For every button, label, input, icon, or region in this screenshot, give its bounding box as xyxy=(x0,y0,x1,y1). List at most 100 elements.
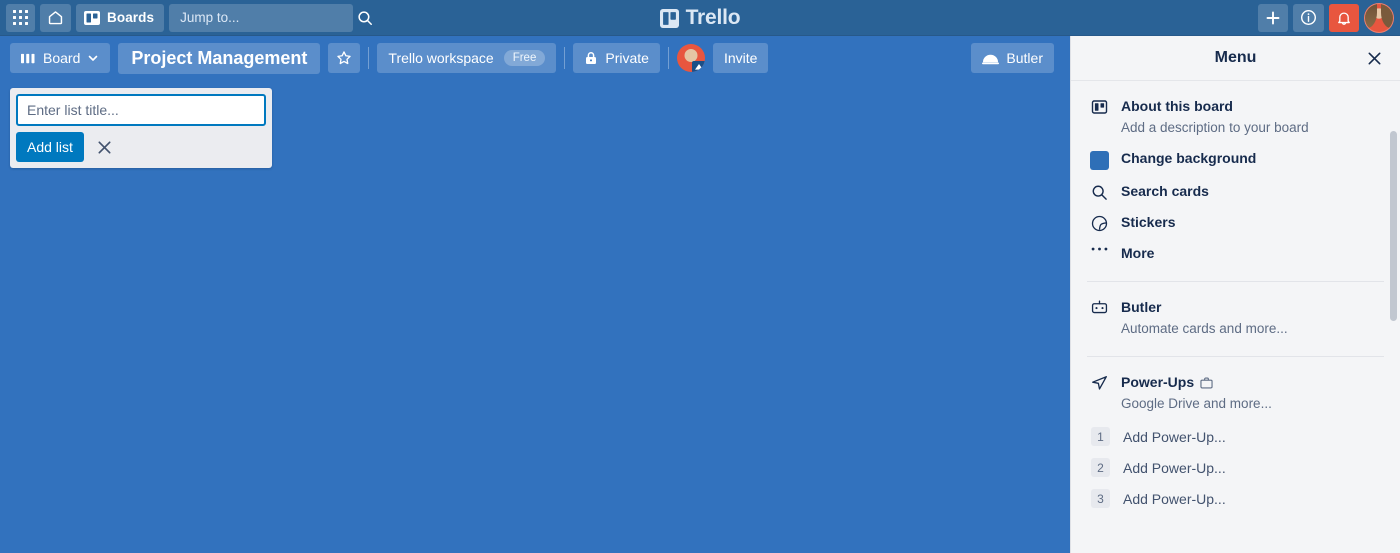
power-up-label: Add Power-Up... xyxy=(1123,428,1226,445)
menu-item-search-cards[interactable]: Search cards xyxy=(1071,176,1400,207)
bell-icon xyxy=(1336,10,1352,26)
trello-logo-icon xyxy=(659,8,679,28)
member-badge-icon xyxy=(691,61,705,72)
menu-header: Menu xyxy=(1071,36,1400,81)
search-icon xyxy=(1089,182,1109,201)
add-list-button[interactable]: Add list xyxy=(16,132,84,162)
lock-icon xyxy=(584,51,598,66)
power-up-label: Add Power-Up... xyxy=(1123,459,1226,476)
menu-divider-1 xyxy=(1087,281,1384,282)
add-list-actions: Add list xyxy=(16,132,266,162)
topnav-left-group: Boards xyxy=(6,3,373,32)
jump-to-search[interactable] xyxy=(169,3,373,32)
notifications-button[interactable] xyxy=(1329,3,1359,32)
briefcase-icon xyxy=(1200,377,1213,389)
add-power-up-row[interactable]: 1 Add Power-Up... xyxy=(1071,421,1400,452)
top-navigation-bar: Boards Trello xyxy=(0,0,1400,36)
brand-name: Trello xyxy=(685,6,741,29)
menu-item-title: Stickers xyxy=(1121,214,1176,230)
header-divider-2 xyxy=(564,47,566,69)
workspace-label: Trello workspace xyxy=(388,50,494,66)
board-menu-sidebar: Menu About this board Add a description … xyxy=(1070,36,1400,553)
menu-scrollbar-thumb[interactable] xyxy=(1390,131,1397,321)
butler-label: Butler xyxy=(1006,50,1043,66)
menu-item-subtitle: Add a description to your board xyxy=(1121,120,1309,135)
header-divider-1 xyxy=(368,47,370,69)
menu-item-text: Butler Automate cards and more... xyxy=(1121,298,1288,338)
butler-button[interactable]: Butler xyxy=(971,43,1054,73)
ellipsis-icon xyxy=(1089,244,1109,252)
menu-item-change-background[interactable]: Change background xyxy=(1071,143,1400,176)
board-title[interactable]: Project Management xyxy=(118,42,321,74)
menu-item-more[interactable]: More xyxy=(1071,238,1400,269)
sticker-icon xyxy=(1089,213,1109,232)
butler-dome-icon xyxy=(982,52,1000,65)
close-add-list-icon[interactable] xyxy=(90,132,120,162)
star-icon xyxy=(336,50,352,66)
invite-button[interactable]: Invite xyxy=(712,43,769,73)
menu-item-text: More xyxy=(1121,244,1154,263)
menu-title: Menu xyxy=(1214,49,1257,66)
search-icon xyxy=(357,10,373,26)
menu-item-about-this-board[interactable]: About this board Add a description to yo… xyxy=(1071,91,1400,143)
menu-item-text: Stickers xyxy=(1121,213,1175,232)
board-view-selector[interactable]: Board xyxy=(10,43,111,73)
menu-item-butler[interactable]: Butler Automate cards and more... xyxy=(1071,292,1400,344)
list-title-input[interactable] xyxy=(16,94,266,126)
boards-button[interactable]: Boards xyxy=(76,3,165,32)
invite-label: Invite xyxy=(723,50,758,66)
menu-item-text: Search cards xyxy=(1121,182,1209,201)
topnav-right-group xyxy=(1258,2,1394,33)
star-board-button[interactable] xyxy=(328,43,361,73)
trello-board-page: Boards Trello xyxy=(0,0,1400,553)
info-circle-icon xyxy=(1300,9,1317,26)
robot-icon xyxy=(1089,298,1109,315)
menu-item-power-ups[interactable]: Power-Ups Google Drive and more... xyxy=(1071,367,1400,419)
add-button[interactable] xyxy=(1258,3,1288,32)
menu-divider-2 xyxy=(1087,356,1384,357)
search-input[interactable] xyxy=(180,10,358,25)
power-up-number: 3 xyxy=(1091,489,1110,508)
power-up-rows: 1 Add Power-Up... 2 Add Power-Up... 3 Ad… xyxy=(1071,419,1400,514)
menu-item-title: More xyxy=(1121,245,1155,261)
info-button[interactable] xyxy=(1293,3,1324,32)
add-list-form: Add list xyxy=(10,88,272,168)
grid-apps-icon xyxy=(13,10,28,25)
close-menu-icon[interactable] xyxy=(1362,46,1386,70)
menu-item-text: About this board Add a description to yo… xyxy=(1121,97,1309,137)
plus-icon xyxy=(1265,10,1281,26)
menu-body: About this board Add a description to yo… xyxy=(1071,81,1400,553)
visibility-label: Private xyxy=(605,50,649,66)
menu-item-title: About this board xyxy=(1121,98,1233,114)
board-icon xyxy=(84,10,100,26)
board-view-icon xyxy=(21,52,36,65)
home-button[interactable] xyxy=(40,3,71,32)
add-power-up-row[interactable]: 3 Add Power-Up... xyxy=(1071,483,1400,514)
workspace-plan-badge: Free xyxy=(503,50,546,66)
power-up-number: 1 xyxy=(1091,427,1110,446)
menu-item-subtitle: Automate cards and more... xyxy=(1121,321,1288,336)
workspace-button[interactable]: Trello workspace Free xyxy=(377,43,557,73)
boards-button-label: Boards xyxy=(107,10,155,25)
member-avatar[interactable] xyxy=(676,44,705,72)
board-icon xyxy=(1089,97,1109,115)
power-up-label: Add Power-Up... xyxy=(1123,490,1226,507)
color-swatch-icon xyxy=(1089,149,1109,170)
power-up-number: 2 xyxy=(1091,458,1110,477)
menu-item-text: Change background xyxy=(1121,149,1256,168)
home-icon xyxy=(47,9,64,26)
menu-item-subtitle: Google Drive and more... xyxy=(1121,396,1272,411)
menu-item-title: Power-Ups xyxy=(1121,373,1272,392)
menu-item-title: Butler xyxy=(1121,299,1162,315)
add-power-up-row[interactable]: 2 Add Power-Up... xyxy=(1071,452,1400,483)
user-avatar[interactable] xyxy=(1364,2,1394,33)
menu-item-title: Search cards xyxy=(1121,183,1209,199)
board-view-label: Board xyxy=(43,50,81,66)
menu-item-text: Power-Ups Google Drive and more... xyxy=(1121,373,1272,413)
chevron-down-icon xyxy=(87,52,99,64)
apps-grid-button[interactable] xyxy=(6,3,35,32)
menu-item-stickers[interactable]: Stickers xyxy=(1071,207,1400,238)
visibility-button[interactable]: Private xyxy=(573,43,660,73)
power-ups-label: Power-Ups xyxy=(1121,374,1195,390)
rocket-icon xyxy=(1089,373,1109,392)
